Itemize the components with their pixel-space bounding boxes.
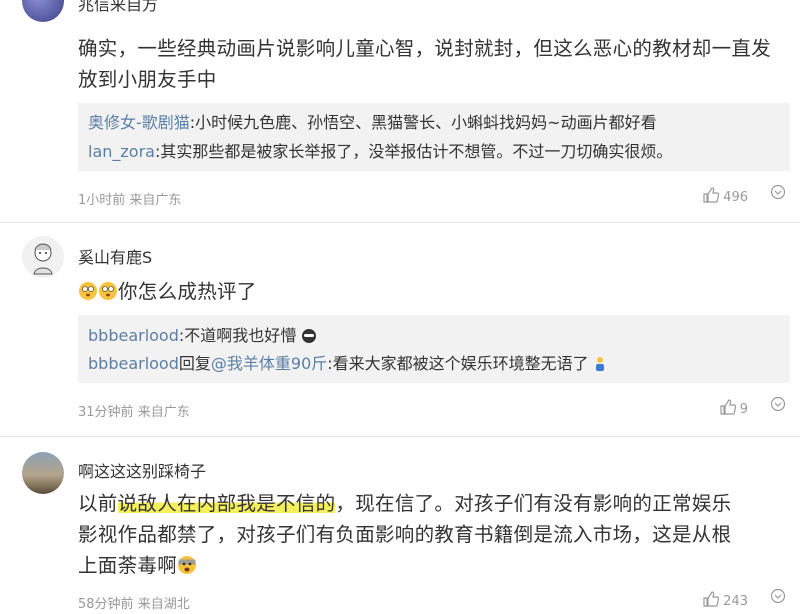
thumbs-up-icon — [703, 187, 720, 207]
reply-text: :看来大家都被这个娱乐环境整无语了 — [327, 354, 589, 373]
comment-text: 确实，一些经典动画片说影响儿童心智，说封就封，但这么恶心的教材却一直发放到小朋友… — [78, 37, 772, 91]
more-options-icon[interactable] — [770, 396, 786, 417]
comment-username[interactable]: 兆信来自方 — [78, 0, 158, 15]
thumbs-up-icon — [720, 399, 736, 419]
reply-text: :小时候九色鹿、孙悟空、黑猫警长、小蝌蚪找妈妈~动画片都好看 — [189, 113, 657, 132]
avatar[interactable] — [22, 452, 64, 494]
comment-location: 来自湖北 — [137, 597, 190, 612]
fearful-emoji-icon — [177, 553, 197, 584]
reply-item: bbbearlood回复@我羊体重90斤:看来大家都被这个娱乐环境整无语了 — [88, 353, 606, 378]
reply-text: :其实那些都是被家长举报了，没举报估计不想管。不过一刀切确实很烦。 — [154, 142, 673, 161]
person-emoji-icon — [594, 356, 606, 378]
comment-username[interactable]: 奚山有鹿S — [78, 244, 152, 268]
comment-username[interactable]: 啊这这这别踩椅子 — [78, 458, 206, 482]
like-button[interactable]: 243 — [703, 591, 748, 611]
like-button[interactable]: 496 — [703, 187, 748, 207]
divider — [0, 222, 800, 223]
comment-location: 来自广东 — [129, 193, 182, 208]
comment-2: 奚山有鹿S 你怎么成热评了 bbbearlood:不道啊我也好懵 bbbearl… — [0, 224, 800, 438]
comment-location: 来自广东 — [137, 405, 190, 420]
divider — [0, 436, 800, 437]
like-button[interactable]: 9 — [720, 399, 748, 419]
reply-username[interactable]: bbbearlood — [88, 326, 179, 345]
reply-box[interactable]: bbbearlood:不道啊我也好懵 bbbearlood回复@我羊体重90斤:… — [78, 315, 790, 383]
comment-meta: 1小时前 来自广东 — [78, 189, 181, 208]
comment-time: 31分钟前 — [78, 405, 134, 420]
thumbs-up-icon — [703, 591, 720, 611]
reply-username[interactable]: lan_zora — [88, 142, 155, 161]
comment-time: 58分钟前 — [78, 597, 134, 612]
reply-item: lan_zora:其实那些都是被家长举报了，没举报估计不想管。不过一刀切确实很烦… — [88, 141, 672, 163]
comment-line-1: 以前说敌人在内部我是不信的，现在信了。对孩子们有没有影响的正常娱乐 — [78, 492, 732, 515]
comment-meta: 58分钟前 来自湖北 — [78, 593, 190, 612]
comment-1: 兆信来自方 确实，一些经典动画片说影响儿童心智，说封就封，但这么恶心的教材却一直… — [0, 0, 800, 224]
reply-username[interactable]: bbbearlood — [88, 354, 179, 373]
comment-meta: 31分钟前 来自广东 — [78, 401, 190, 420]
like-count: 496 — [723, 189, 748, 205]
comment-text: 你怎么成热评了 — [78, 276, 778, 310]
avatar[interactable] — [22, 236, 64, 278]
reply-mid: 回复 — [178, 354, 211, 373]
comment-3: 啊这这这别踩椅子 以前说敌人在内部我是不信的，现在信了。对孩子们有没有影响的正常… — [0, 438, 800, 614]
highlighted-text: 说敌人在内部我是不信的 — [117, 492, 336, 515]
comment-text: 以前说敌人在内部我是不信的，现在信了。对孩子们有没有影响的正常娱乐 影视作品都禁… — [78, 488, 778, 584]
reply-username[interactable]: 奥修女-歌剧猫 — [88, 113, 190, 132]
reply-item: bbbearlood:不道啊我也好懵 — [88, 325, 317, 350]
reply-text: :不道啊我也好懵 — [178, 326, 297, 345]
reply-item: 奥修女-歌剧猫:小时候九色鹿、孙悟空、黑猫警长、小蝌蚪找妈妈~动画片都好看 — [88, 112, 657, 134]
comment-time: 1小时前 — [78, 193, 126, 208]
more-options-icon[interactable] — [770, 184, 786, 205]
like-count: 9 — [739, 401, 748, 417]
more-options-icon[interactable] — [770, 588, 786, 609]
comment-text-content: 你怎么成热评了 — [118, 280, 257, 303]
avatar[interactable] — [22, 0, 64, 22]
masked-face-emoji-icon — [301, 328, 317, 350]
comment-line-3: 上面荼毒啊 — [78, 550, 778, 584]
reply-box[interactable]: 奥修女-歌剧猫:小时候九色鹿、孙悟空、黑猫警长、小蝌蚪找妈妈~动画片都好看 la… — [78, 103, 790, 171]
reply-mention[interactable]: @我羊体重90斤 — [211, 354, 327, 373]
flushed-emoji-icon — [78, 279, 118, 310]
like-count: 243 — [723, 593, 748, 609]
comment-line-2: 影视作品都禁了，对孩子们有负面影响的教育书籍倒是流入市场，这是从根 — [78, 523, 732, 546]
